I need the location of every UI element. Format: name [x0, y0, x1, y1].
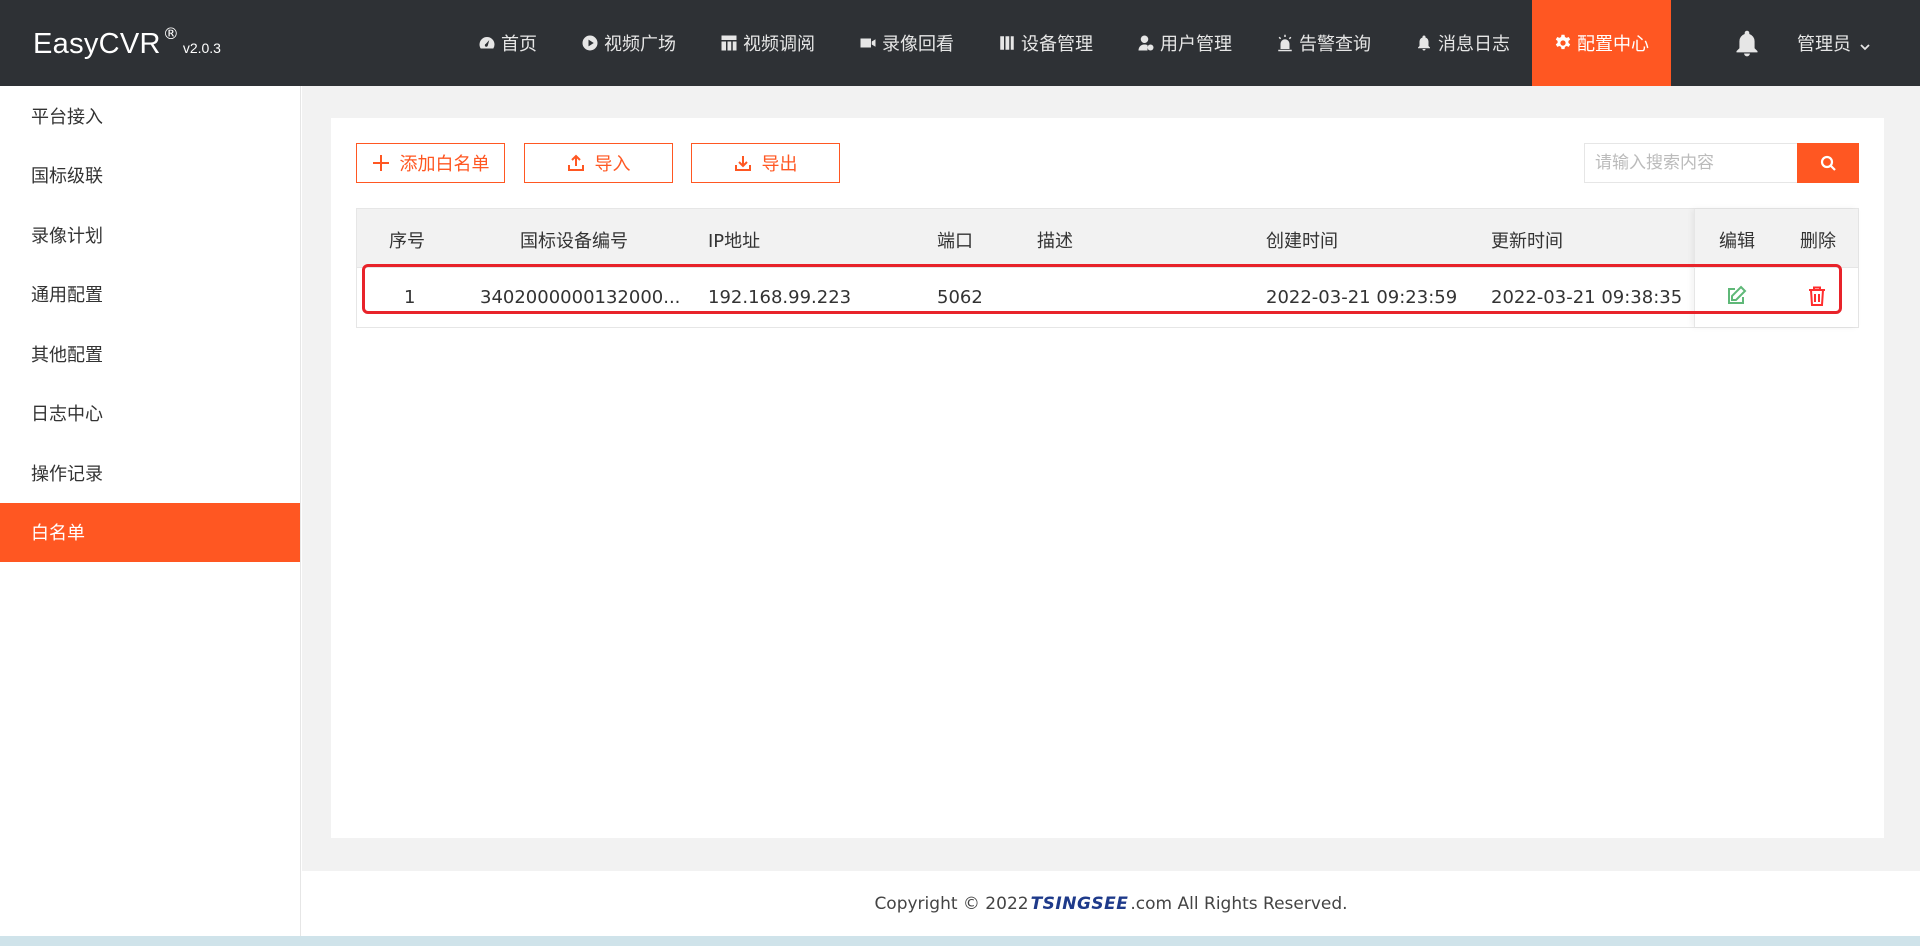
server-icon	[998, 34, 1016, 52]
nav-config-center-label: 配置中心	[1577, 34, 1649, 55]
gear-icon	[1554, 34, 1572, 52]
col-header-index: 序号	[389, 231, 425, 252]
sidebar-item-other-config[interactable]: 其他配置	[0, 324, 300, 384]
user-name: 管理员	[1797, 34, 1851, 55]
whitelist-table: 序号 国标设备编号 IP地址 端口 描述 创建时间 更新时间 编辑 删除 1 3…	[356, 208, 1859, 328]
nav-home-label: 首页	[501, 34, 537, 55]
cell-updated: 2022-03-21 09:38:35	[1491, 287, 1683, 308]
nav-playback[interactable]: 录像回看	[837, 0, 976, 86]
nav-message-log[interactable]: 消息日志	[1393, 0, 1532, 86]
app-version: v2.0.3	[182, 40, 221, 56]
cell-created: 2022-03-21 09:23:59	[1266, 287, 1458, 308]
sidebar-item-operation-log[interactable]: 操作记录	[0, 443, 300, 503]
cell-device-id: 3402000000132000...	[480, 287, 681, 308]
footer: Copyright © 2022 TSINGSEE .com All Right…	[302, 871, 1920, 936]
sidebar-item-record-plan[interactable]: 录像计划	[0, 205, 300, 265]
search-input[interactable]	[1584, 143, 1798, 183]
add-whitelist-button[interactable]: 添加白名单	[356, 143, 505, 183]
sidebar-item-label: 操作记录	[31, 463, 103, 485]
search-icon	[1820, 155, 1836, 171]
nav-device-manage[interactable]: 设备管理	[976, 0, 1115, 86]
col-header-device-id: 国标设备编号	[520, 231, 628, 252]
layout-icon	[720, 34, 738, 52]
video-icon	[859, 34, 877, 52]
chevron-down-icon	[1859, 37, 1871, 51]
nav-user-manage[interactable]: 用户管理	[1115, 0, 1254, 86]
top-header: EasyCVR ® v2.0.3 首页 视频广场 视频调阅 录像回看 设备管理 …	[0, 0, 1920, 86]
footer-brand[interactable]: TSINGSEE	[1031, 894, 1129, 914]
col-header-port: 端口	[937, 231, 973, 252]
sidebar-item-log-center[interactable]: 日志中心	[0, 384, 300, 444]
nav-alarm-label: 告警查询	[1299, 34, 1371, 55]
plus-icon	[372, 154, 390, 172]
nav-video-square[interactable]: 视频广场	[559, 0, 698, 86]
col-header-delete: 删除	[1800, 231, 1836, 252]
app-logo[interactable]: EasyCVR ® v2.0.3	[33, 24, 221, 61]
search-button[interactable]	[1797, 143, 1859, 183]
cell-index: 1	[404, 287, 416, 308]
sidebar: 平台接入 国标级联 录像计划 通用配置 其他配置 日志中心 操作记录 白名单	[0, 86, 301, 936]
alarm-icon	[1276, 34, 1294, 52]
sidebar-item-general-config[interactable]: 通用配置	[0, 265, 300, 325]
user-icon	[1137, 34, 1155, 52]
nav-home[interactable]: 首页	[456, 0, 559, 86]
col-header-desc: 描述	[1037, 231, 1073, 252]
sidebar-item-gb-cascade[interactable]: 国标级联	[0, 146, 300, 206]
nav-device-manage-label: 设备管理	[1021, 34, 1093, 55]
cell-ip: 192.168.99.223	[708, 287, 852, 308]
nav-alarm[interactable]: 告警查询	[1254, 0, 1393, 86]
sidebar-item-label: 平台接入	[31, 106, 103, 128]
sidebar-item-label: 白名单	[31, 523, 85, 545]
sidebar-item-whitelist[interactable]: 白名单	[0, 502, 300, 562]
sidebar-item-label: 日志中心	[31, 404, 103, 426]
nav-video-review[interactable]: 视频调阅	[698, 0, 837, 86]
add-whitelist-label: 添加白名单	[399, 154, 490, 175]
footer-prefix: Copyright © 2022	[874, 893, 1029, 914]
nav-video-square-label: 视频广场	[604, 34, 676, 55]
nav-config-center[interactable]: 配置中心	[1532, 0, 1671, 86]
footer-suffix: .com All Rights Reserved.	[1130, 893, 1348, 914]
dashboard-icon	[478, 34, 496, 52]
sidebar-item-label: 通用配置	[31, 285, 103, 307]
nav-message-log-label: 消息日志	[1438, 34, 1510, 55]
app-name: EasyCVR	[33, 28, 161, 60]
user-menu[interactable]: 管理员	[1797, 0, 1871, 86]
col-header-ip: IP地址	[708, 231, 761, 252]
main-nav: 首页 视频广场 视频调阅 录像回看 设备管理 用户管理 告警查询 消息日志 配置…	[456, 0, 1671, 86]
bell-icon	[1415, 34, 1433, 52]
import-button[interactable]: 导入	[524, 143, 673, 183]
registered-mark: ®	[162, 24, 179, 43]
edit-icon[interactable]	[1725, 285, 1747, 307]
sidebar-item-label: 国标级联	[31, 166, 103, 188]
col-header-created: 创建时间	[1266, 231, 1338, 252]
nav-playback-label: 录像回看	[882, 34, 954, 55]
sidebar-item-label: 其他配置	[31, 344, 103, 366]
play-icon	[581, 34, 599, 52]
window-bottom-strip	[0, 936, 1920, 946]
cell-port: 5062	[937, 287, 983, 308]
sidebar-item-label: 录像计划	[31, 225, 103, 247]
download-icon	[734, 154, 752, 172]
nav-user-manage-label: 用户管理	[1160, 34, 1232, 55]
sidebar-item-platform-access[interactable]: 平台接入	[0, 86, 300, 146]
upload-icon	[567, 154, 585, 172]
nav-video-review-label: 视频调阅	[743, 34, 815, 55]
col-header-updated: 更新时间	[1491, 231, 1563, 252]
export-label: 导出	[761, 154, 798, 175]
notification-bell-icon[interactable]	[1733, 28, 1761, 58]
import-label: 导入	[594, 154, 631, 175]
col-header-edit: 编辑	[1719, 231, 1755, 252]
trash-icon[interactable]	[1806, 285, 1828, 307]
export-button[interactable]: 导出	[691, 143, 840, 183]
